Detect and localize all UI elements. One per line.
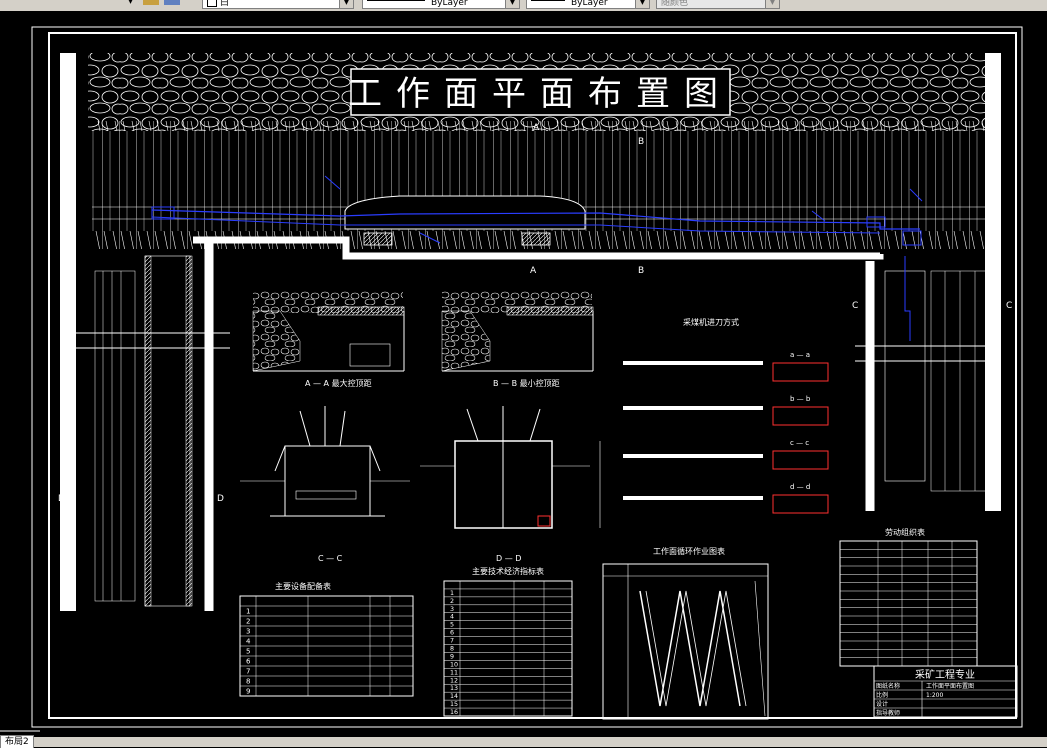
color-swatch-icon (207, 0, 217, 7)
svg-text:设计: 设计 (876, 700, 888, 708)
table-row-number: 6 (450, 630, 454, 637)
svg-text:C: C (1006, 301, 1012, 311)
svg-text:图纸名称: 图纸名称 (876, 682, 900, 690)
shearer-drum-left (363, 232, 393, 246)
table-middle-title: 主要技术经济指标表 (472, 566, 544, 576)
chevron-down-icon[interactable]: ▼ (635, 0, 649, 8)
svg-text:a — a: a — a (790, 351, 810, 359)
section-marker-b: B (638, 137, 644, 147)
drawing-svg: 工作面平面布置图 A A B B C C D D A — A 最大控顶距 B —… (0, 26, 1023, 732)
section-title-aa: A — A 最大控顶距 (305, 378, 372, 388)
table-row-number: 7 (450, 638, 454, 645)
layer-manager-icon[interactable] (143, 0, 159, 5)
svg-text:A: A (530, 266, 537, 276)
table-row-number: 1 (450, 590, 454, 597)
table-row-number: 6 (246, 658, 251, 666)
layer-state-icon[interactable] (164, 0, 180, 5)
table-row-number: 8 (450, 645, 454, 652)
table-row-number: 11 (450, 669, 458, 676)
chevron-down-icon[interactable]: ▼ (339, 0, 353, 8)
drawing-canvas[interactable]: 工作面平面布置图 A A B B C C D D A — A 最大控顶距 B —… (0, 11, 1047, 737)
svg-text:比例: 比例 (876, 691, 888, 699)
table-row-number: 4 (450, 614, 454, 621)
shearer-drum-right (521, 232, 551, 246)
color-combo[interactable]: 白 ▼ (202, 0, 354, 9)
table-row-number: 9 (450, 653, 454, 660)
table-row-number: 1 (246, 608, 250, 616)
table-row-number: 8 (246, 678, 250, 686)
shearer-outline (344, 195, 586, 230)
table-row-number: 2 (450, 598, 454, 605)
svg-text:c — c: c — c (790, 439, 809, 447)
table-row-number: 9 (246, 688, 250, 696)
section-marker-c: C (852, 301, 858, 311)
tab-layout[interactable]: 布局2 (0, 735, 34, 748)
table-row-number: 15 (450, 701, 458, 708)
table-row-number: 14 (450, 693, 458, 700)
svg-text:B: B (638, 266, 644, 276)
table-row-number: 4 (246, 638, 251, 646)
section-title-cc: C — C (318, 554, 343, 563)
table-left-title: 主要设备配备表 (275, 581, 331, 591)
svg-text:d — d: d — d (790, 483, 810, 491)
section-marker-d: D (58, 494, 65, 504)
svg-text:工作面平面布置图: 工作面平面布置图 (926, 682, 974, 690)
svg-text:1:200: 1:200 (926, 692, 943, 699)
cycle-chart-title: 工作面循环作业图表 (653, 546, 725, 556)
section-title-bb: B — B 最小控顶距 (493, 378, 560, 388)
title-block-school: 采矿工程专业 (915, 668, 975, 681)
section-title-dd: D — D (496, 554, 521, 563)
table-row-number: 2 (246, 618, 250, 626)
table-row-number: 12 (450, 677, 458, 684)
lineweight-combo[interactable]: ByLayer ▼ (526, 0, 650, 9)
table-row-number: 3 (450, 606, 454, 613)
svg-text:指导教师: 指导教师 (876, 709, 900, 717)
dropdown-arrow-icon[interactable]: ▾ (128, 0, 133, 9)
indicators-table (443, 580, 573, 717)
table-row-number: 3 (246, 628, 250, 636)
plotstyle-combo: 随颜色 ▼ (656, 0, 780, 9)
linetype-combo[interactable]: ByLayer ▼ (362, 0, 520, 9)
section-marker-a: A (533, 123, 540, 133)
mining-method-title: 采煤机进刀方式 (683, 317, 739, 327)
table-right-title: 劳动组织表 (885, 527, 925, 537)
table-row-number: 7 (246, 668, 250, 676)
hydraulic-supports (92, 121, 985, 249)
table-row-number: 13 (450, 685, 458, 692)
svg-text:b — b: b — b (790, 395, 811, 403)
status-bar (0, 737, 1047, 747)
table-row-number: 16 (450, 709, 458, 716)
table-row-number: 5 (450, 622, 454, 629)
chevron-down-icon[interactable]: ▼ (505, 0, 519, 8)
svg-text:D: D (217, 494, 224, 504)
table-row-number: 5 (246, 648, 250, 656)
table-row-number: 10 (450, 661, 458, 668)
labor-table (839, 540, 978, 667)
chevron-down-icon: ▼ (765, 0, 779, 8)
drawing-title: 工作面平面布置图 (348, 74, 732, 114)
